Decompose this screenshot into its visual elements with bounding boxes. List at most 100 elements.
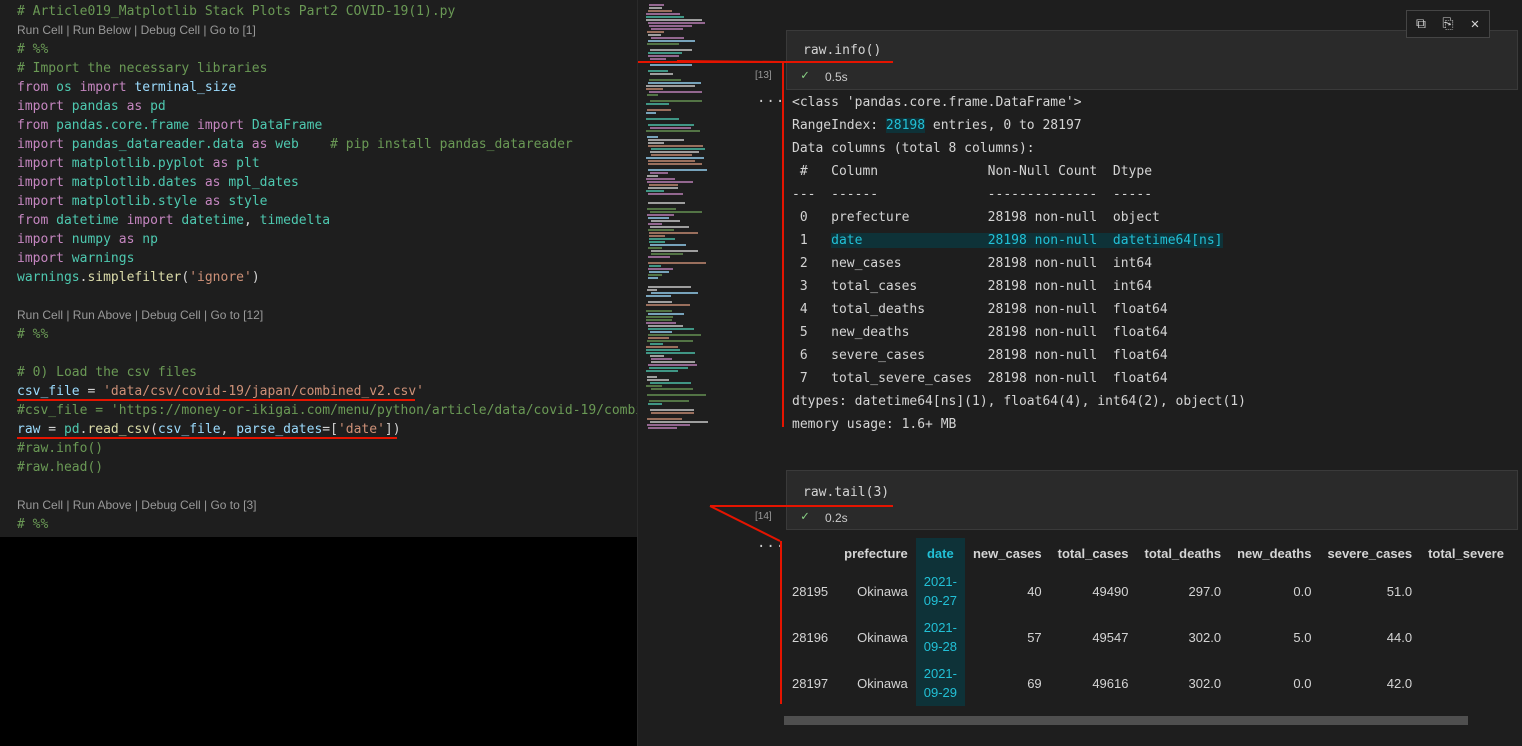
non-null-count: 28198 non-null — [987, 233, 1098, 248]
minimap-line — [649, 232, 698, 234]
minimap-line — [646, 112, 656, 114]
minimap-line — [650, 172, 668, 174]
code-token: = — [40, 422, 64, 437]
code-token: import — [71, 80, 135, 95]
minimap-line — [648, 274, 662, 276]
output-toolbar: ⧉ ⎘ ✕ — [1406, 10, 1490, 38]
minimap-line — [646, 310, 672, 312]
code-token: datetime — [181, 213, 245, 228]
code-cell-13[interactable]: raw.info() ✓ 0.5s — [786, 30, 1518, 90]
code-token: from — [17, 118, 57, 133]
dtype: datetime64[ns] — [1112, 233, 1223, 248]
output-more-icon[interactable]: ... — [757, 90, 785, 106]
code-line: from pandas.core.frame import DataFrame — [17, 116, 322, 135]
minimap-line — [646, 349, 680, 351]
cell-code[interactable]: raw.info() — [803, 43, 881, 58]
output-line: memory usage: 1.6+ MB — [792, 417, 957, 432]
codelens-run-cell[interactable]: Run Cell | Run Below | Debug Cell | Go t… — [17, 21, 256, 40]
code-token: 'date' — [337, 422, 385, 437]
minimap-line — [647, 289, 657, 291]
minimap-line — [648, 169, 707, 171]
table-cell: 49490 — [1092, 583, 1129, 599]
codelens-run-cell[interactable]: Run Cell | Run Above | Debug Cell | Go t… — [17, 496, 256, 515]
code-token: import — [17, 232, 72, 247]
execution-time: 0.5s — [825, 70, 848, 84]
minimap-line — [650, 226, 689, 228]
horizontal-scrollbar[interactable] — [784, 716, 1468, 725]
code-token: # %% — [17, 517, 49, 532]
code-token: simplefilter — [87, 270, 182, 285]
column-header: new_cases — [972, 545, 1042, 561]
minimap-line — [648, 217, 669, 219]
date-cell-text: 09-29 — [923, 685, 957, 700]
code-line: import matplotlib.pyplot as plt — [17, 154, 260, 173]
minimap-line — [650, 244, 686, 246]
output-more-icon[interactable]: ... — [757, 535, 785, 551]
editor-minimap[interactable] — [637, 0, 741, 746]
code-cell-14[interactable]: raw.tail(3) ✓ 0.2s — [786, 470, 1518, 530]
minimap-line — [648, 337, 669, 339]
table-cell: 2021- 09-27 — [915, 568, 965, 614]
minimap-line — [649, 238, 675, 240]
codelens-run-cell[interactable]: Run Cell | Run Above | Debug Cell | Go t… — [17, 306, 263, 325]
table-cell-clipped — [1420, 660, 1512, 706]
minimap-line — [649, 7, 662, 9]
code-token: as — [118, 99, 151, 114]
minimap-line — [649, 184, 678, 186]
minimap-line — [646, 118, 679, 120]
close-icon[interactable]: ✕ — [1465, 14, 1485, 34]
table-cell: Okinawa — [857, 629, 908, 645]
minimap-line — [649, 265, 661, 267]
table-cell: 302.0 — [1188, 629, 1222, 645]
table-cell: 5.0 — [1293, 629, 1312, 645]
code-token: from — [17, 80, 57, 95]
minimap-line — [648, 193, 683, 195]
code-token: pd — [63, 422, 80, 437]
column-header: severe_cases — [1327, 545, 1413, 561]
output-line: --- ------ -------------- ----- — [792, 187, 1153, 202]
paste-icon[interactable]: ⎘ — [1438, 14, 1458, 34]
minimap-line — [647, 379, 669, 381]
minimap-line — [651, 292, 698, 294]
minimap-line — [648, 403, 662, 405]
row-index: 28195 — [792, 583, 829, 599]
code-line: from os import terminal_size — [17, 78, 236, 97]
minimap-line — [646, 16, 684, 18]
minimap-line — [647, 394, 706, 396]
code-line: # %% — [17, 325, 48, 344]
code-token: pandas.core.frame — [56, 118, 190, 133]
code-token: import — [189, 118, 252, 133]
copy-icon[interactable]: ⧉ — [1411, 14, 1431, 34]
code-token: import — [17, 251, 72, 266]
minimap-line — [646, 316, 673, 318]
code-line: import matplotlib.dates as mpl_dates — [17, 173, 299, 192]
minimap-line — [651, 358, 672, 360]
minimap-line — [647, 94, 658, 96]
minimap-line — [648, 247, 662, 249]
minimap-line — [646, 19, 702, 21]
minimap-line — [646, 385, 662, 387]
code-line: import matplotlib.style as style — [17, 192, 267, 211]
output-line: 6 severe_cases 28198 non-null float64 — [792, 348, 1168, 363]
code-token: pandas_datareader.data — [71, 137, 244, 152]
output-line: 4 total_deaths 28198 non-null float64 — [792, 302, 1168, 317]
code-line: import pandas_datareader.data as web # p… — [17, 135, 573, 154]
date-cell-text: 2021- — [923, 574, 957, 589]
code-editor[interactable]: # Article019_Matplotlib Stack Plots Part… — [0, 0, 637, 537]
table-cell: 69 — [1027, 675, 1042, 691]
code-token: web — [275, 137, 299, 152]
code-token: numpy — [71, 232, 111, 247]
minimap-line — [648, 229, 674, 231]
cell-code[interactable]: raw.tail(3) — [803, 485, 889, 500]
minimap-line — [646, 190, 664, 192]
code-token: os — [56, 80, 72, 95]
table-cell: 51.0 — [1386, 583, 1413, 599]
code-line: # %% — [17, 40, 48, 59]
minimap-line — [646, 295, 671, 297]
minimap-line — [646, 103, 669, 105]
code-line: # 0) Load the csv files — [17, 363, 197, 382]
minimap-line — [650, 49, 692, 51]
minimap-line — [650, 73, 673, 75]
code-token: warnings — [71, 251, 135, 266]
